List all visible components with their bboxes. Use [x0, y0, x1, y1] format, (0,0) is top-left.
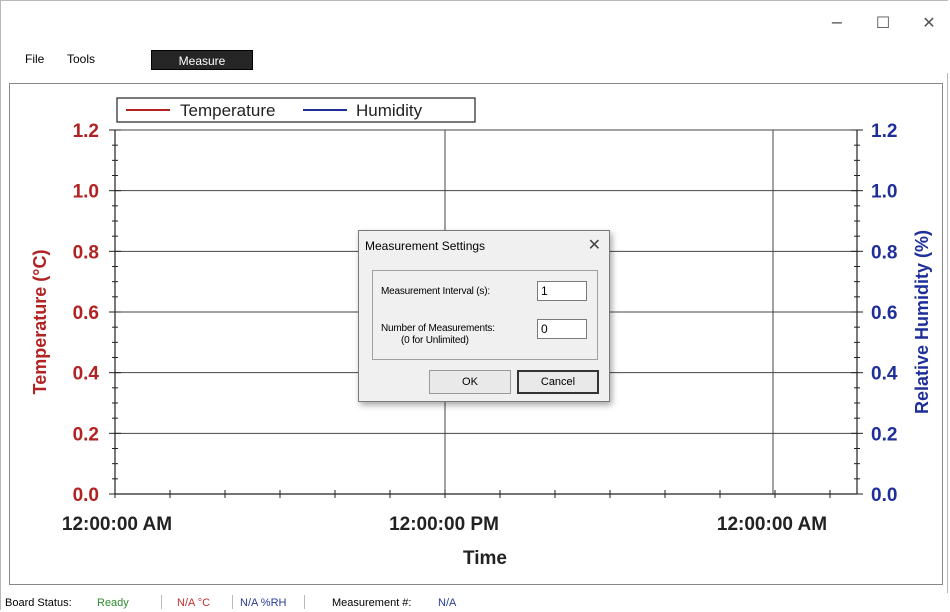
humidity-readout: N/A %RH — [240, 597, 287, 609]
status-bar: Board Status: Ready N/A °C N/A %RH Measu… — [1, 593, 949, 611]
measurement-count-value: N/A — [438, 597, 457, 609]
ok-button[interactable]: OK — [429, 370, 511, 394]
status-divider — [161, 595, 162, 609]
left-tick-label: 0.2 — [73, 424, 99, 445]
measurement-settings-dialog: Measurement Settings ✕ Measurement Inter… — [358, 230, 610, 402]
board-status-label: Board Status: — [5, 597, 72, 609]
menu-bar: File Tools Measure — [1, 45, 949, 73]
left-tick-label: 1.2 — [73, 121, 99, 142]
menu-tools[interactable]: Tools — [67, 52, 95, 66]
measurement-count-label: Measurement #: — [332, 597, 412, 609]
left-tick-label: 1.0 — [73, 182, 99, 203]
left-axis-label: Temperature (°C) — [30, 250, 50, 395]
left-tick-label: 0.4 — [73, 364, 100, 385]
right-axis-label: Relative Humidity (%) — [912, 230, 932, 414]
measure-button[interactable]: Measure — [151, 50, 253, 70]
x-tick-label: 12:00:00 AM — [717, 514, 827, 535]
count-sublabel: (0 for Unlimited) — [401, 335, 469, 346]
dialog-title: Measurement Settings — [365, 239, 486, 253]
close-icon[interactable]: ✕ — [919, 13, 939, 33]
x-axis-label: Time — [463, 548, 507, 569]
right-tick-label: 1.2 — [871, 121, 897, 142]
maximize-icon[interactable]: ☐ — [873, 13, 893, 33]
dialog-close-icon[interactable]: ✕ — [588, 235, 601, 254]
right-tick-label: 0.6 — [871, 303, 897, 324]
app-window: − ☐ ✕ File Tools Measure 0.0 0.2 0.4 0.6 0.8… — [0, 0, 949, 611]
right-tick-label: 0.8 — [871, 242, 897, 263]
title-bar: − ☐ ✕ — [1, 1, 949, 45]
x-tick-label: 12:00:00 AM — [62, 514, 172, 535]
temperature-readout: N/A °C — [177, 597, 211, 609]
right-tick-label: 1.0 — [871, 182, 897, 203]
count-input[interactable] — [537, 319, 587, 339]
count-label: Number of Measurements: — [381, 323, 495, 334]
interval-label: Measurement Interval (s): — [381, 286, 490, 297]
x-tick-label: 12:00:00 PM — [389, 514, 499, 535]
left-tick-label: 0.0 — [73, 485, 99, 506]
board-status-value: Ready — [97, 597, 129, 609]
right-tick-label: 0.0 — [871, 485, 897, 506]
legend-label-temperature: Temperature — [180, 101, 275, 120]
minimize-icon[interactable]: − — [827, 13, 847, 33]
status-divider — [232, 595, 233, 609]
cancel-button[interactable]: Cancel — [517, 370, 599, 394]
right-tick-label: 0.2 — [871, 424, 897, 445]
left-tick-label: 0.6 — [73, 303, 99, 324]
menu-file[interactable]: File — [25, 52, 44, 66]
right-tick-label: 0.4 — [871, 364, 898, 385]
legend-label-humidity: Humidity — [356, 101, 423, 120]
settings-group: Measurement Interval (s): Number of Meas… — [372, 270, 598, 360]
status-divider — [304, 595, 305, 609]
interval-input[interactable] — [537, 281, 587, 301]
left-tick-label: 0.8 — [73, 242, 99, 263]
